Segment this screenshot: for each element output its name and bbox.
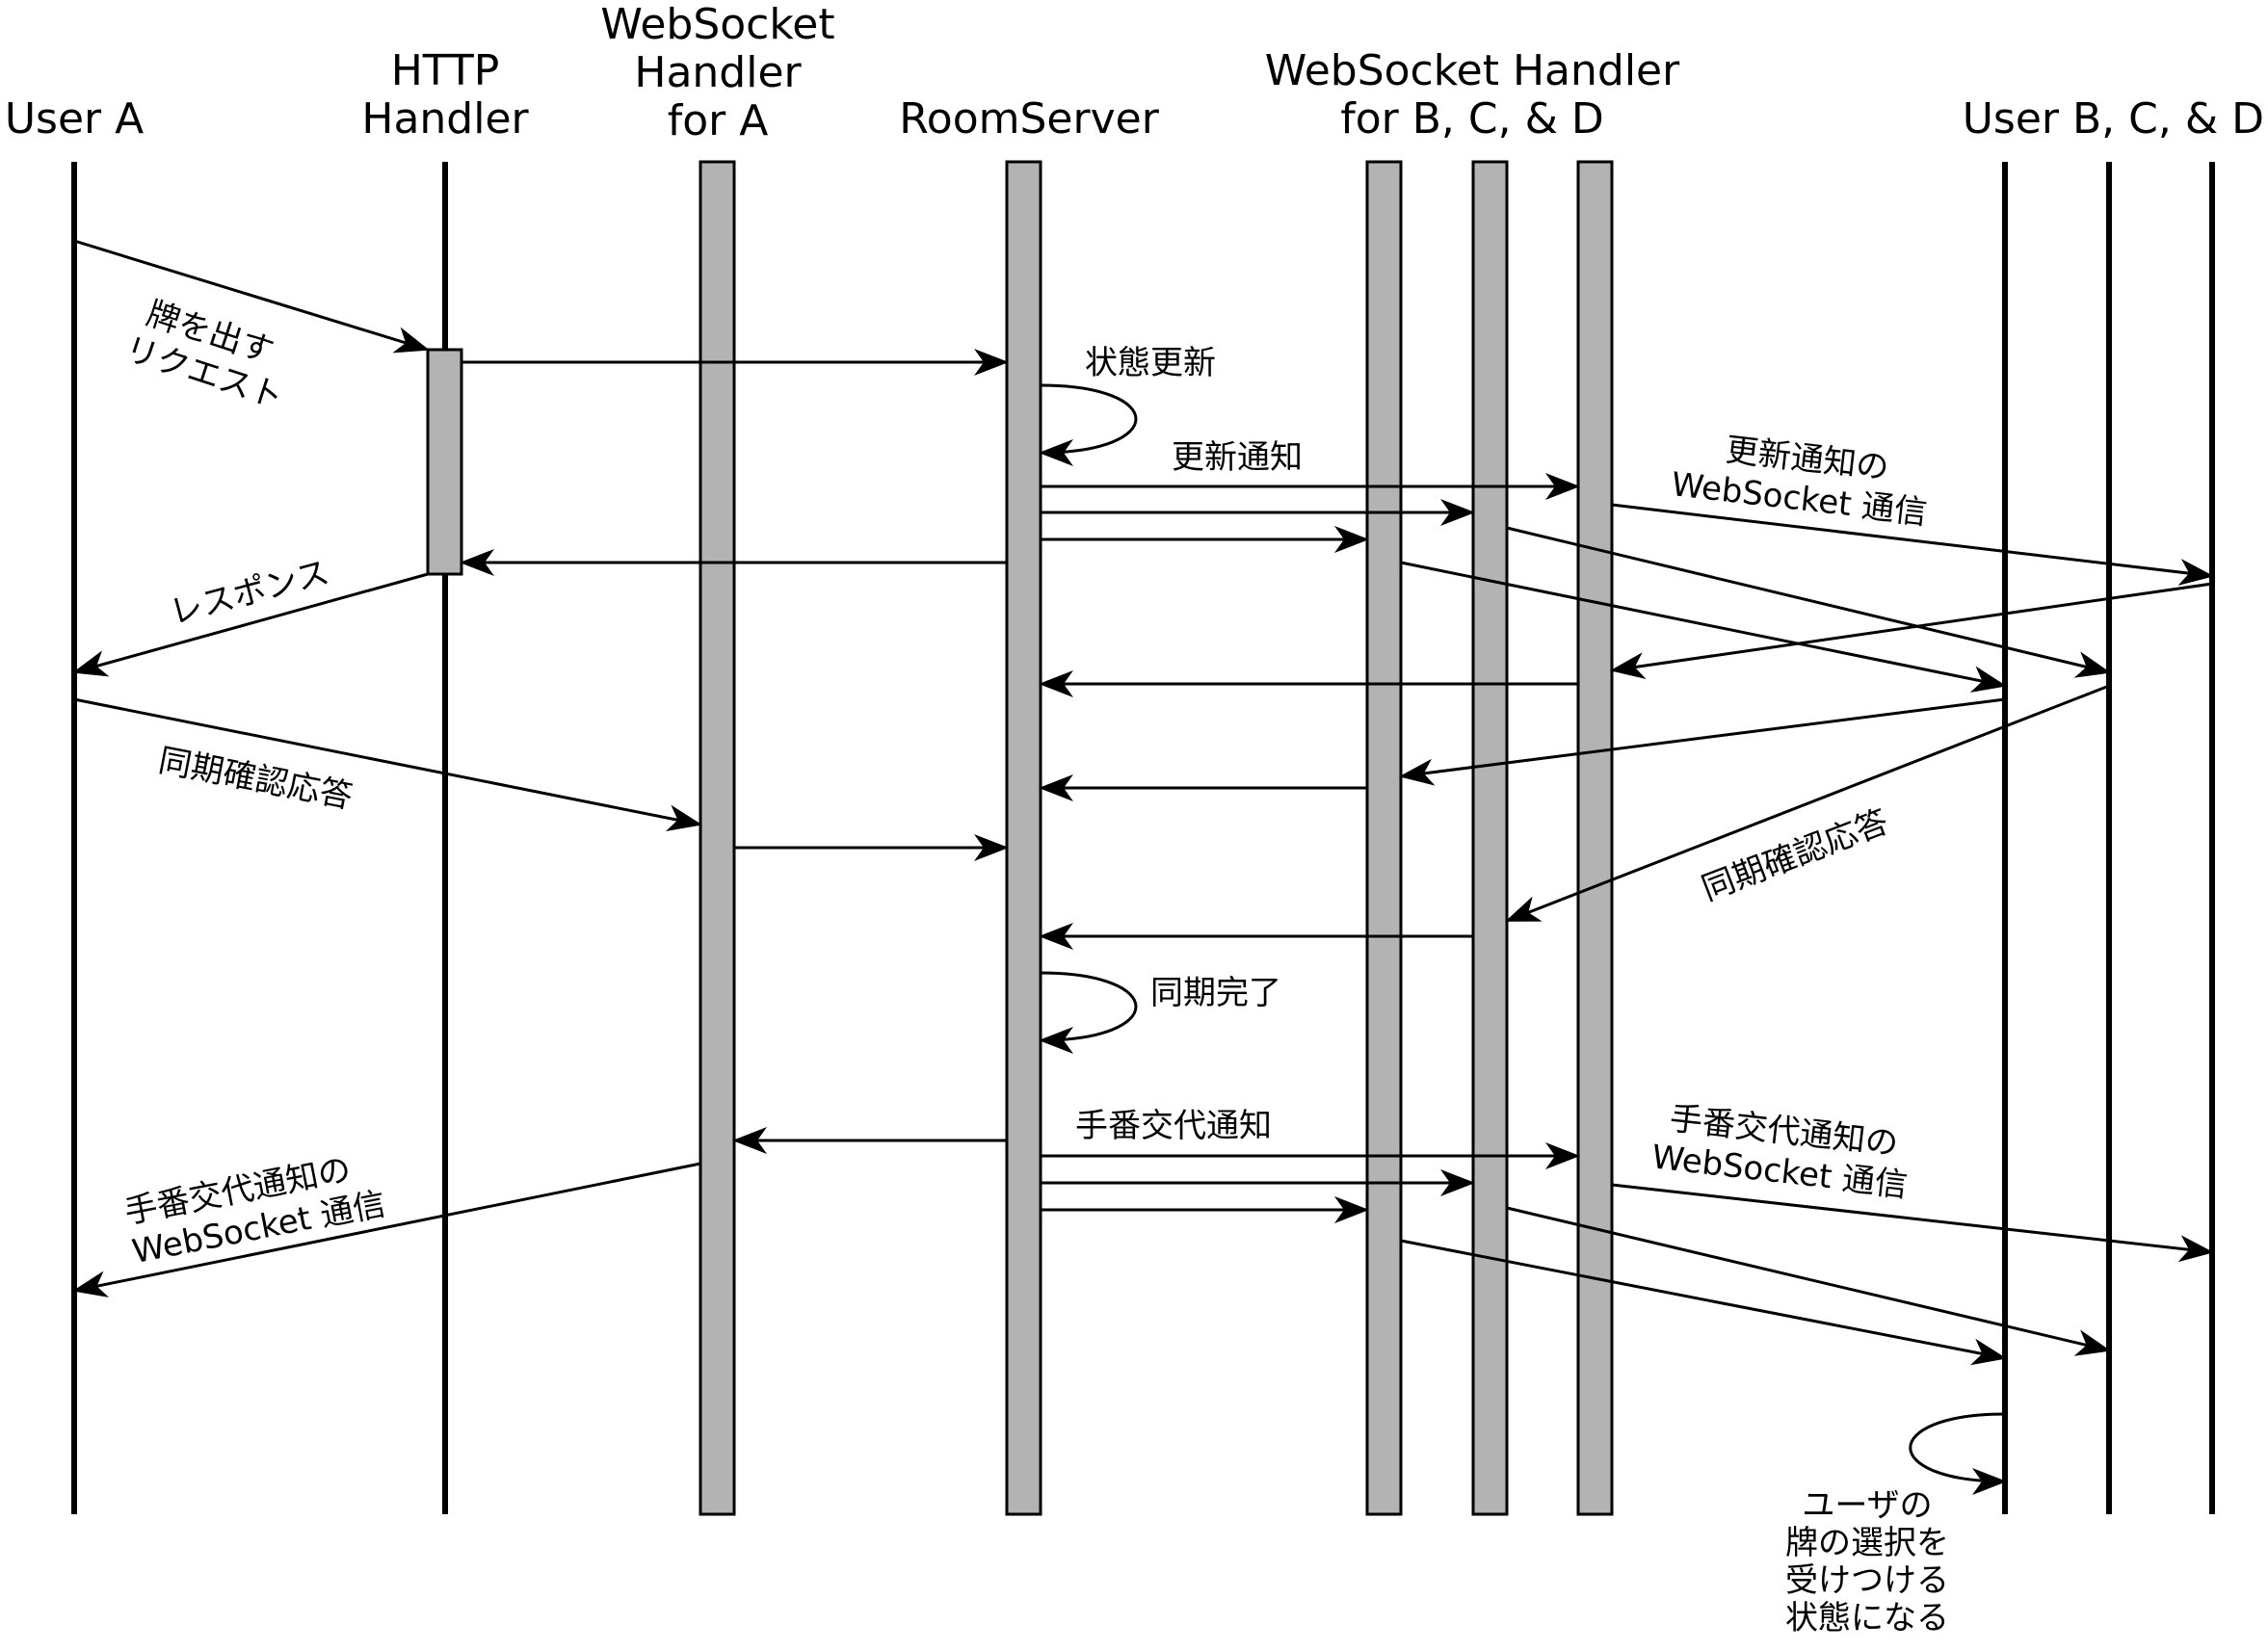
arrow-sync-ack-user-d	[1610, 582, 2213, 679]
label-tile-selection-state: ユーザの 牌の選択を 受けつける 状態になる	[1785, 1486, 1949, 1638]
activation-websocket-handler-a	[699, 160, 736, 1516]
participant-label: User A	[5, 94, 144, 144]
participant-label: RoomServer	[899, 94, 1159, 144]
participant-http-handler: HTTP Handler	[361, 46, 529, 144]
activation-room-server	[1005, 160, 1042, 1516]
participant-user-a: User A	[5, 94, 144, 144]
message-label: 状態になる	[1785, 1599, 1949, 1638]
label-response: レスポンス	[166, 553, 333, 632]
label-sync-complete: 同期完了	[1150, 974, 1281, 1012]
label-turn-change: 手番交代通知	[1075, 1107, 1272, 1145]
arrow-user-tile-selection-self	[1909, 1412, 2007, 1495]
message-label: ユーザの	[1802, 1486, 1932, 1525]
participant-websocket-handler-bcd: WebSocket Handler for B, C, & D	[1265, 46, 1680, 144]
label-state-update: 状態更新	[1085, 344, 1216, 382]
activation-websocket-handler-c	[1471, 160, 1509, 1516]
activation-websocket-handler-b	[1365, 160, 1403, 1516]
label-play-request: 牌を出す リクエスト	[120, 295, 288, 417]
label-update-notice: 更新通知	[1172, 438, 1303, 477]
message-label: 牌の選択を	[1785, 1524, 1949, 1562]
participant-room-server: RoomServer	[899, 94, 1159, 144]
participant-user-bcd: User B, C, & D	[1963, 94, 2264, 144]
arrow-state-update-self	[1039, 383, 1138, 466]
label-sync-ack-a: 同期確認応答	[155, 742, 356, 817]
participant-label: Handler	[361, 94, 529, 144]
activation-websocket-handler-d	[1576, 160, 1614, 1516]
participant-label: WebSocket Handler	[1265, 46, 1680, 95]
arrow-sync-complete-self	[1039, 971, 1138, 1054]
participant-websocket-handler-a: WebSocket Handler for A	[600, 0, 834, 145]
participant-label: HTTP	[391, 46, 500, 95]
sequence-diagram: User A HTTP Handler WebSocket Handler fo…	[5, 0, 2264, 1638]
participant-label: for B, C, & D	[1340, 94, 1604, 144]
label-sync-ack-bcd: 同期確認応答	[1697, 802, 1894, 908]
activation-http-handler	[426, 348, 463, 576]
label-turn-change-ws-bcd: 手番交代通知の WebSocket 通信	[1649, 1099, 1910, 1205]
participant-label: WebSocket	[600, 0, 834, 49]
participant-label: User B, C, & D	[1963, 94, 2264, 144]
participant-label: Handler	[634, 48, 802, 97]
participant-label: for A	[668, 96, 769, 145]
message-label: 受けつける	[1785, 1561, 1949, 1600]
arrow-ws-turn-change-user-d	[1611, 1183, 2214, 1263]
